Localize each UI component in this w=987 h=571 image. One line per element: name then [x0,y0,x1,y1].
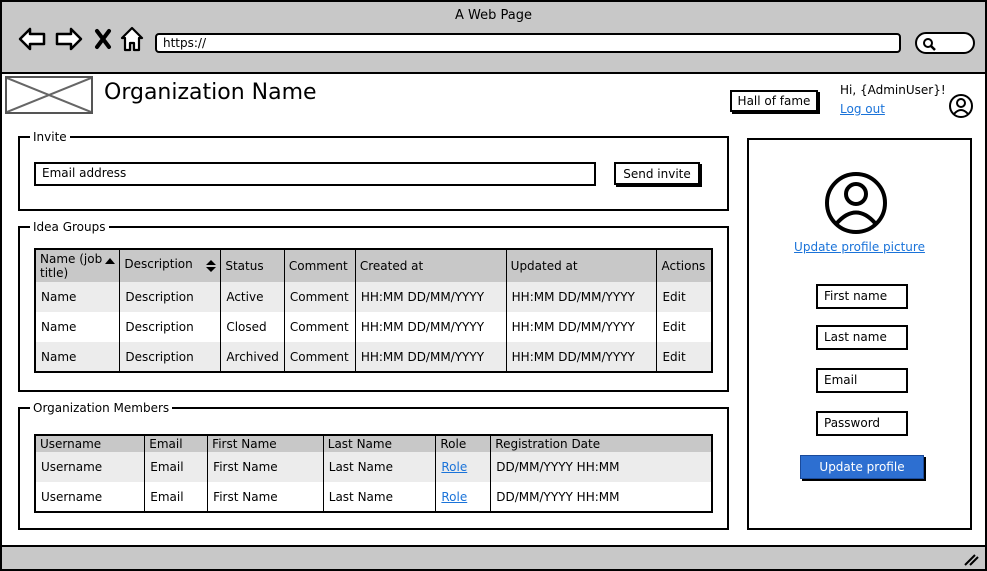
idea-groups-legend: Idea Groups [33,220,106,234]
email-field[interactable]: Email [816,368,908,393]
table-row: Username Email First Name Last Name Role… [35,452,712,482]
column-header-first-name: First Name [207,435,324,452]
logout-link[interactable]: Log out [840,102,885,116]
browser-search-input[interactable] [915,32,975,54]
invite-email-input[interactable]: Email address [34,162,596,186]
column-header-name[interactable]: Name (job title) [35,249,120,282]
user-icon[interactable] [948,93,974,123]
edit-action[interactable]: Edit [656,312,712,342]
table-row: Name Description Archived Comment HH:MM … [35,342,712,372]
forward-icon[interactable] [53,24,85,54]
table-row: Name Description Active Comment HH:MM DD… [35,282,712,312]
cell-comment: Comment [283,342,356,372]
cell-name: Name [35,342,120,372]
resize-grip-icon[interactable] [963,552,979,566]
page-title: Organization Name [104,80,317,105]
cell-created: HH:MM DD/MM/YYYY [354,312,507,342]
cell-name: Name [35,282,120,312]
cell-status: Closed [220,312,285,342]
column-header-status: Status [220,249,285,282]
role-link[interactable]: Role [435,482,491,512]
cell-last-name: Last Name [322,452,436,482]
logo-placeholder [5,76,93,114]
cell-description: Description [119,342,221,372]
cell-last-name: Last Name [322,482,436,512]
cell-updated: HH:MM DD/MM/YYYY [505,342,657,372]
idea-groups-table: Name (job title) Description Status Comm… [34,248,713,373]
cell-email: Email [144,452,208,482]
user-icon [823,170,889,240]
cell-first-name: First Name [207,482,324,512]
cell-description: Description [119,282,221,312]
column-header-description[interactable]: Description [119,249,221,282]
column-header-comment: Comment [283,249,356,282]
column-header-created: Created at [354,249,507,282]
cell-status: Archived [220,342,285,372]
members-legend: Organization Members [33,401,170,415]
cell-description: Description [119,312,221,342]
update-picture-link[interactable]: Update profile picture [747,240,972,254]
column-header-email: Email [144,435,208,452]
sort-asc-icon[interactable] [105,254,116,268]
invite-legend: Invite [33,130,67,144]
cell-updated: HH:MM DD/MM/YYYY [505,282,657,312]
last-name-field[interactable]: Last name [816,325,908,350]
cell-registration: DD/MM/YYYY HH:MM [490,452,712,482]
back-icon[interactable] [16,24,48,54]
cell-comment: Comment [283,312,356,342]
window-title: A Web Page [455,8,532,23]
cell-username: Username [41,489,103,504]
first-name-field[interactable]: First name [816,284,908,309]
hall-of-fame-button[interactable]: Hall of fame [730,90,818,112]
cell-name: Name [41,320,77,334]
column-header-actions: Actions [656,249,712,282]
cell-status: Active [220,282,285,312]
cell-first-name: First Name [207,452,324,482]
column-header-updated: Updated at [505,249,657,282]
password-field[interactable]: Password [816,411,908,436]
table-row: Username Email First Name Last Name Role… [35,482,712,512]
browser-window: A Web Page https:// Organization Name Ha… [0,0,987,571]
edit-action[interactable]: Edit [656,282,712,312]
close-icon[interactable] [91,24,115,54]
send-invite-button[interactable]: Send invite [614,162,700,185]
status-bar [2,545,985,569]
cell-created: HH:MM DD/MM/YYYY [354,282,507,312]
browser-chrome: A Web Page https:// [2,2,985,74]
column-header-role: Role [435,435,491,452]
update-profile-button[interactable]: Update profile [800,455,924,479]
role-link[interactable]: Role [435,452,491,482]
cell-created: HH:MM DD/MM/YYYY [354,342,507,372]
greeting-text: Hi, {AdminUser}! [840,83,946,97]
column-header-username: Username [35,435,145,452]
url-input[interactable]: https:// [155,33,901,53]
cell-comment: Comment [283,282,356,312]
column-header-last-name: Last Name [322,435,436,452]
column-header-registration: Registration Date [490,435,712,452]
members-table: Username Email First Name Last Name Role… [34,434,713,513]
cell-registration: DD/MM/YYYY HH:MM [490,482,712,512]
cell-email: Email [144,482,208,512]
home-icon[interactable] [118,24,146,54]
sort-both-icon[interactable] [206,259,217,276]
cell-updated: HH:MM DD/MM/YYYY [505,312,657,342]
search-icon [923,38,936,51]
cell-username: Username [35,452,145,482]
edit-action[interactable]: Edit [656,342,712,372]
table-row: Name Description Closed Comment HH:MM DD… [35,312,712,342]
